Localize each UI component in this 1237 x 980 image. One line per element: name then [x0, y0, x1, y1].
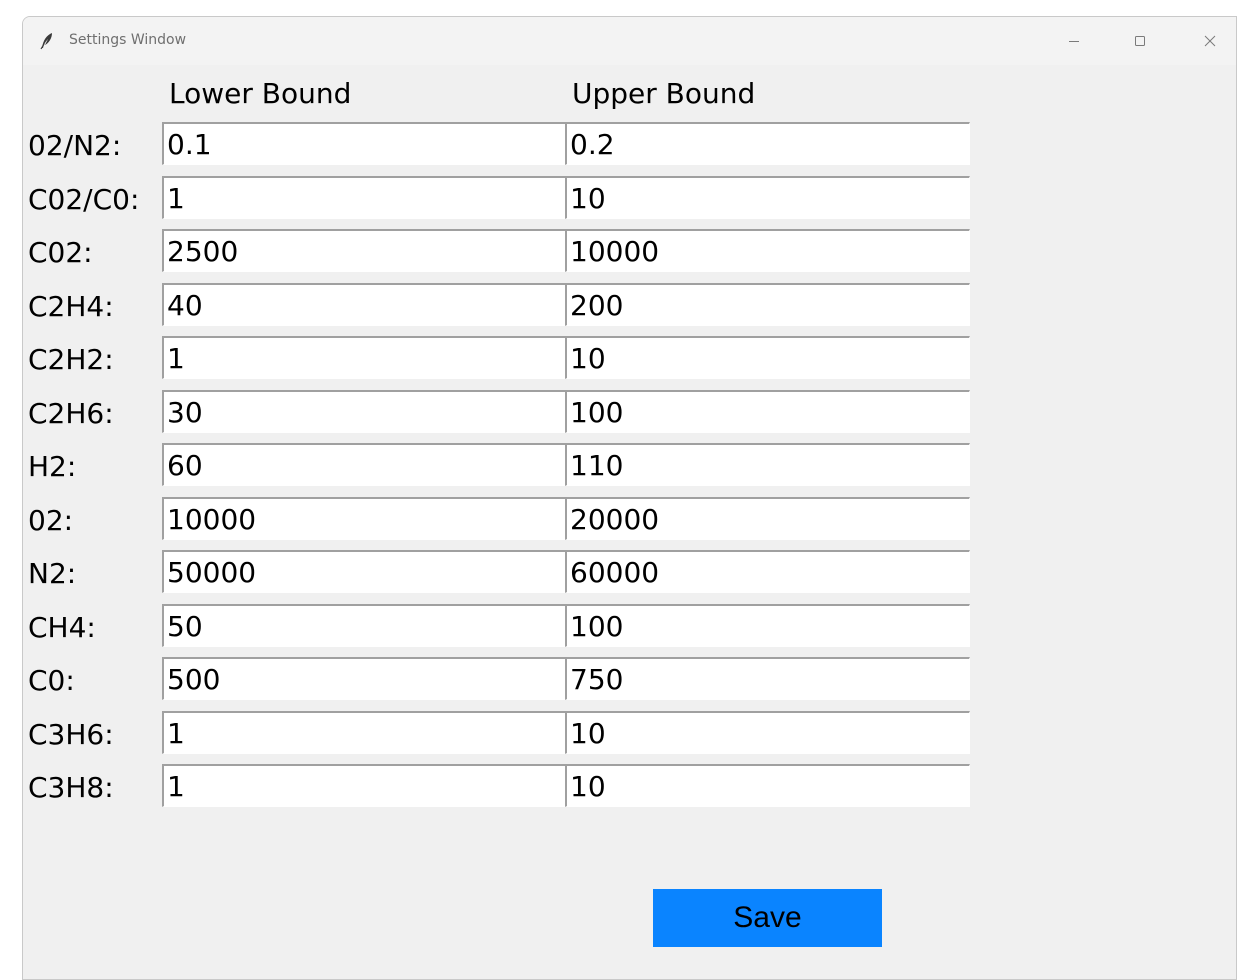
row-label: C0: [28, 664, 75, 697]
lower-bound-input[interactable] [162, 283, 567, 326]
maximize-button[interactable] [1117, 17, 1163, 65]
settings-row: N2: [23, 550, 983, 594]
settings-row: C02/C0: [23, 176, 983, 220]
window-title: Settings Window [69, 32, 187, 48]
lower-bound-input[interactable] [162, 390, 567, 433]
title-bar[interactable]: Settings Window [23, 17, 1236, 65]
upper-bound-input[interactable] [565, 604, 970, 647]
lower-bound-input[interactable] [162, 176, 567, 219]
row-label: H2: [28, 450, 77, 483]
upper-bound-input[interactable] [565, 176, 970, 219]
lower-bound-input[interactable] [162, 550, 567, 593]
upper-bound-input[interactable] [565, 497, 970, 540]
settings-row: H2: [23, 443, 983, 487]
row-label: CH4: [28, 611, 96, 644]
lower-bound-input[interactable] [162, 604, 567, 647]
lower-bound-input[interactable] [162, 336, 567, 379]
settings-row: C02: [23, 229, 983, 273]
settings-row: C0: [23, 657, 983, 701]
upper-bound-input[interactable] [565, 229, 970, 272]
lower-bound-input[interactable] [162, 497, 567, 540]
lower-bound-input[interactable] [162, 122, 567, 165]
upper-bound-input[interactable] [565, 443, 970, 486]
settings-row: C2H2: [23, 336, 983, 380]
upper-bound-input[interactable] [565, 122, 970, 165]
settings-row: C2H6: [23, 390, 983, 434]
row-label: C3H6: [28, 718, 114, 751]
row-label: C02: [28, 236, 93, 269]
lower-bound-input[interactable] [162, 764, 567, 807]
settings-row: 02/N2: [23, 122, 983, 166]
upper-bound-header: Upper Bound [572, 77, 756, 110]
maximize-icon [1135, 36, 1145, 46]
row-label: C2H4: [28, 290, 114, 323]
row-label: C2H6: [28, 397, 114, 430]
row-label: N2: [28, 557, 77, 590]
close-icon [1204, 35, 1216, 47]
minimize-button[interactable] [1051, 17, 1097, 65]
minimize-icon [1069, 41, 1079, 42]
row-label: 02/N2: [28, 129, 122, 162]
row-label: C2H2: [28, 343, 114, 376]
lower-bound-input[interactable] [162, 657, 567, 700]
settings-row: C3H6: [23, 711, 983, 755]
row-label: 02: [28, 504, 74, 537]
lower-bound-input[interactable] [162, 229, 567, 272]
lower-bound-input[interactable] [162, 443, 567, 486]
upper-bound-input[interactable] [565, 550, 970, 593]
upper-bound-input[interactable] [565, 764, 970, 807]
upper-bound-input[interactable] [565, 283, 970, 326]
row-label: C3H8: [28, 771, 114, 804]
upper-bound-input[interactable] [565, 390, 970, 433]
settings-row: 02: [23, 497, 983, 541]
save-button[interactable]: Save [653, 889, 882, 947]
upper-bound-input[interactable] [565, 657, 970, 700]
row-label: C02/C0: [28, 183, 140, 216]
settings-row: C3H8: [23, 764, 983, 808]
close-button[interactable] [1187, 17, 1233, 65]
settings-row: CH4: [23, 604, 983, 648]
settings-window: Settings Window Lower Bound Upper Bound … [22, 16, 1237, 980]
feather-icon [40, 33, 52, 50]
upper-bound-input[interactable] [565, 336, 970, 379]
lower-bound-input[interactable] [162, 711, 567, 754]
upper-bound-input[interactable] [565, 711, 970, 754]
settings-row: C2H4: [23, 283, 983, 327]
lower-bound-header: Lower Bound [169, 77, 352, 110]
